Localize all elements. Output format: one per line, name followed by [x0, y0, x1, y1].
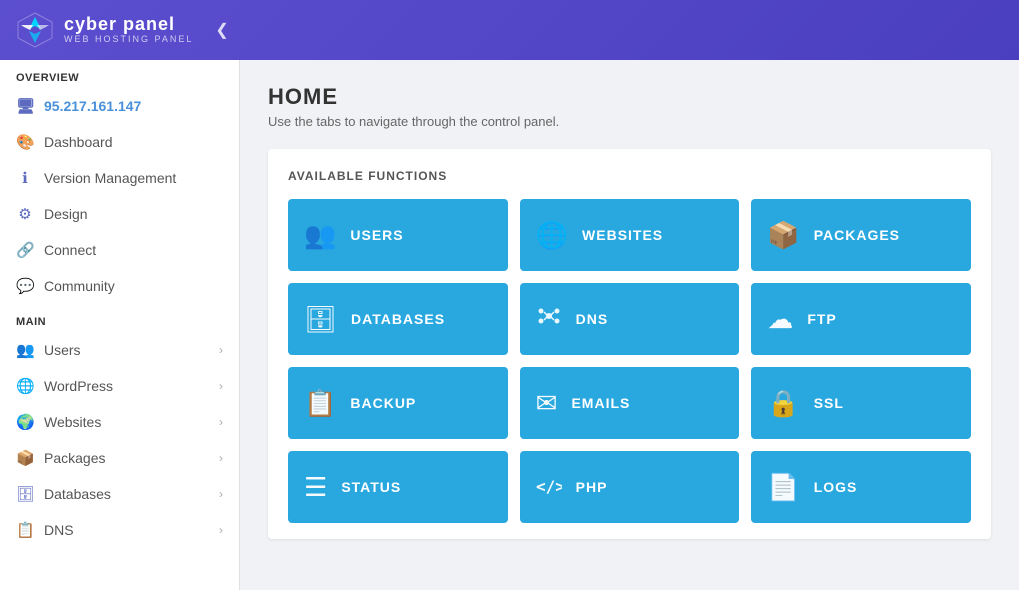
func-emails-icon: ✉: [536, 388, 558, 419]
websites-arrow-icon: ›: [219, 415, 223, 429]
func-card-websites[interactable]: 🌐 WEBSITES: [520, 199, 740, 271]
func-logs-label: LOGS: [814, 479, 858, 495]
sidebar-item-websites[interactable]: 🌍 Websites ›: [0, 404, 239, 440]
sidebar: OVERVIEW 🖥 95.217.161.147 🎨 Dashboard ℹ …: [0, 60, 240, 590]
logo-area: cyber panel WEB HOSTING PANEL ❮: [16, 11, 229, 49]
func-card-backup[interactable]: 📋 BACKUP: [288, 367, 508, 439]
logo-text: cyber panel WEB HOSTING PANEL: [64, 15, 193, 45]
sidebar-item-community[interactable]: 💬 Community: [0, 268, 239, 304]
func-websites-label: WEBSITES: [582, 227, 663, 243]
databases-arrow-icon: ›: [219, 487, 223, 501]
func-dns-label: DNS: [576, 311, 609, 327]
func-card-users[interactable]: 👥 USERS: [288, 199, 508, 271]
dashboard-icon: 🎨: [16, 133, 34, 151]
sidebar-item-version-management[interactable]: ℹ Version Management: [0, 160, 239, 196]
sidebar-dns-label: DNS: [44, 522, 74, 538]
func-php-icon: </>: [536, 472, 562, 503]
top-header: cyber panel WEB HOSTING PANEL ❮: [0, 0, 1019, 60]
func-emails-label: EMAILS: [571, 395, 630, 411]
sidebar-item-users[interactable]: 👥 Users ›: [0, 332, 239, 368]
func-ssl-icon: 🔒: [767, 388, 799, 419]
functions-grid: 👥 USERS 🌐 WEBSITES 📦 PACKAGES 🗄 DATABASE…: [288, 199, 971, 539]
sidebar-design-label: Design: [44, 206, 88, 222]
sidebar-websites-label: Websites: [44, 414, 101, 430]
func-databases-label: DATABASES: [351, 311, 445, 327]
func-ftp-icon: ☁: [767, 304, 793, 335]
main-layout: OVERVIEW 🖥 95.217.161.147 🎨 Dashboard ℹ …: [0, 60, 1019, 590]
sidebar-databases-label: Databases: [44, 486, 111, 502]
functions-panel: AVAILABLE FUNCTIONS 👥 USERS 🌐 WEBSITES 📦…: [268, 149, 991, 539]
sidebar-connect-label: Connect: [44, 242, 96, 258]
sidebar-item-design[interactable]: ⚙ Design: [0, 196, 239, 232]
users-icon: 👥: [16, 341, 34, 359]
dns-icon: 📋: [16, 521, 34, 539]
func-users-icon: 👥: [304, 220, 336, 251]
func-packages-icon: 📦: [767, 220, 799, 251]
sidebar-dashboard-label: Dashboard: [44, 134, 113, 150]
func-backup-icon: 📋: [304, 388, 336, 419]
chat-icon: 💬: [16, 277, 34, 295]
wordpress-icon: 🌐: [16, 377, 34, 395]
func-packages-label: PACKAGES: [814, 227, 900, 243]
sidebar-ip-address[interactable]: 🖥 95.217.161.147: [0, 88, 239, 124]
collapse-button[interactable]: ❮: [215, 20, 228, 40]
sidebar-version-label: Version Management: [44, 170, 176, 186]
wordpress-arrow-icon: ›: [219, 379, 223, 393]
func-logs-icon: 📄: [767, 472, 799, 503]
func-dns-icon: [536, 303, 562, 336]
connect-icon: 🔗: [16, 241, 34, 259]
main-section-label: MAIN: [0, 304, 239, 332]
websites-icon: 🌍: [16, 413, 34, 431]
users-arrow-icon: ›: [219, 343, 223, 357]
sidebar-item-connect[interactable]: 🔗 Connect: [0, 232, 239, 268]
sidebar-packages-label: Packages: [44, 450, 105, 466]
functions-label: AVAILABLE FUNCTIONS: [288, 169, 971, 183]
info-icon: ℹ: [16, 169, 34, 187]
func-ftp-label: FTP: [807, 311, 836, 327]
func-databases-icon: 🗄: [304, 304, 337, 335]
func-card-php[interactable]: </> PHP: [520, 451, 740, 523]
sidebar-item-dns[interactable]: 📋 DNS ›: [0, 512, 239, 548]
logo-subtitle: WEB HOSTING PANEL: [64, 35, 193, 45]
func-users-label: USERS: [350, 227, 403, 243]
func-status-icon: ☰: [304, 472, 327, 503]
sidebar-item-packages[interactable]: 📦 Packages ›: [0, 440, 239, 476]
func-status-label: STATUS: [341, 479, 401, 495]
func-card-dns[interactable]: DNS: [520, 283, 740, 355]
databases-icon: 🗄: [16, 485, 34, 503]
func-php-label: PHP: [576, 479, 608, 495]
page-title: HOME: [268, 84, 991, 110]
page-subtitle: Use the tabs to navigate through the con…: [268, 114, 991, 129]
sidebar-users-label: Users: [44, 342, 81, 358]
gear-icon: ⚙: [16, 205, 34, 223]
dns-arrow-icon: ›: [219, 523, 223, 537]
func-ssl-label: SSL: [814, 395, 844, 411]
sidebar-item-wordpress[interactable]: 🌐 WordPress ›: [0, 368, 239, 404]
func-card-status[interactable]: ☰ STATUS: [288, 451, 508, 523]
func-card-emails[interactable]: ✉ EMAILS: [520, 367, 740, 439]
cyberpanel-logo: [16, 11, 54, 49]
func-card-logs[interactable]: 📄 LOGS: [751, 451, 971, 523]
packages-icon: 📦: [16, 449, 34, 467]
func-card-databases[interactable]: 🗄 DATABASES: [288, 283, 508, 355]
monitor-icon: 🖥: [16, 97, 34, 115]
overview-section-label: OVERVIEW: [0, 60, 239, 88]
sidebar-item-dashboard[interactable]: 🎨 Dashboard: [0, 124, 239, 160]
func-card-ssl[interactable]: 🔒 SSL: [751, 367, 971, 439]
func-websites-icon: 🌐: [536, 220, 568, 251]
packages-arrow-icon: ›: [219, 451, 223, 465]
sidebar-wordpress-label: WordPress: [44, 378, 113, 394]
func-backup-label: BACKUP: [350, 395, 416, 411]
sidebar-community-label: Community: [44, 278, 115, 294]
sidebar-item-databases[interactable]: 🗄 Databases ›: [0, 476, 239, 512]
ip-address-text: 95.217.161.147: [44, 98, 141, 114]
svg-text:</>: </>: [536, 477, 562, 496]
main-content: HOME Use the tabs to navigate through th…: [240, 60, 1019, 590]
logo-title: cyber panel: [64, 15, 193, 35]
func-card-ftp[interactable]: ☁ FTP: [751, 283, 971, 355]
func-card-packages[interactable]: 📦 PACKAGES: [751, 199, 971, 271]
